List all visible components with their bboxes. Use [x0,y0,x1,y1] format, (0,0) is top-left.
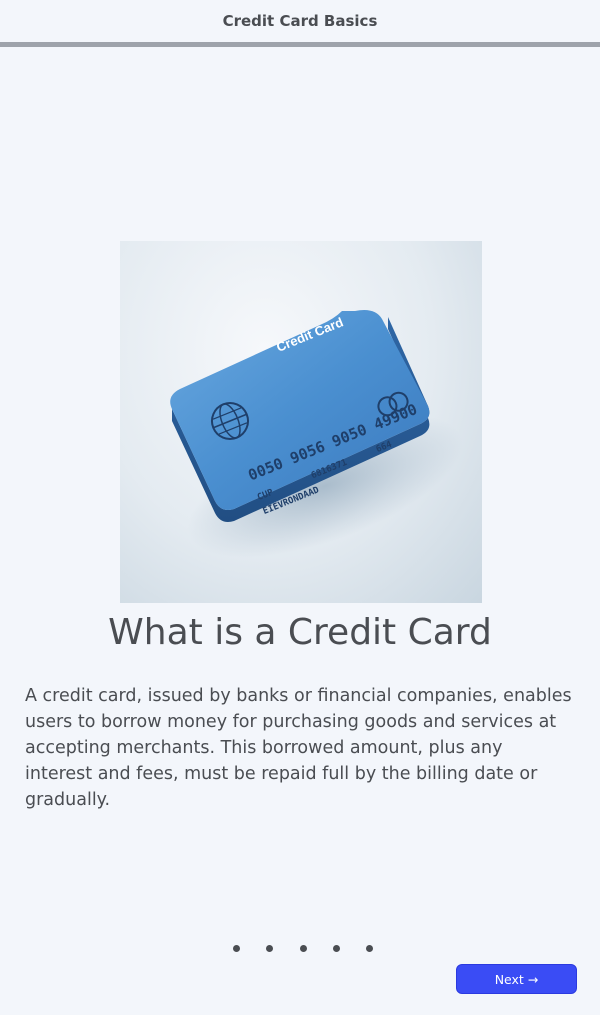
page-title: Credit Card Basics [222,12,378,30]
pagination-dot[interactable] [366,944,373,952]
credit-card-illustration: Credit Card 0050 9056 9050 49900 CUP 681… [120,241,482,603]
slide-description: A credit card, issued by banks or financ… [25,686,572,810]
pagination-dot[interactable] [266,944,274,952]
top-bar: Credit Card Basics [0,0,600,42]
pagination-dot[interactable] [332,944,340,952]
pagination-dots [233,943,373,953]
onboarding-screen: Credit Card Basics Credit Card 0050 9056… [0,0,600,1015]
progress-bar [0,42,600,47]
pagination-dot[interactable] [299,944,307,952]
next-button[interactable]: Next → [456,964,577,994]
slide-title: What is a Credit Card [108,612,492,653]
pagination-dot[interactable] [233,944,240,952]
credit-card-image: Credit Card 0050 9056 9050 49900 CUP 681… [170,310,463,558]
progress-bar-fill [0,42,600,47]
